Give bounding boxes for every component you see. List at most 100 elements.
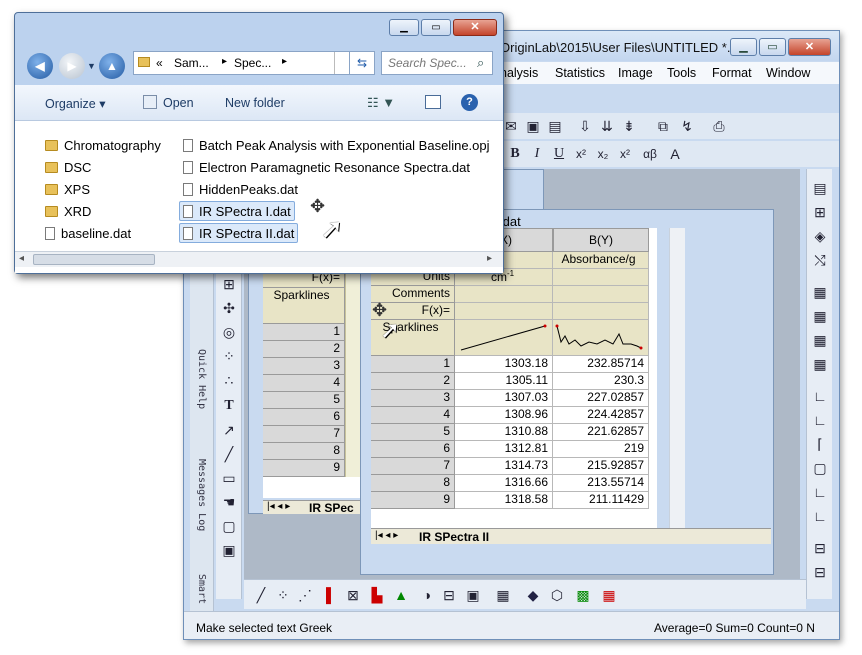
back-row[interactable]: 8 bbox=[263, 443, 345, 460]
front-sheet-nav-icon[interactable]: |◂ ◂ ▸ bbox=[375, 530, 398, 541]
cell-x[interactable]: 1303.18 bbox=[455, 356, 553, 373]
breadcrumb-overflow[interactable]: « bbox=[156, 56, 163, 70]
3d-bar-icon[interactable]: ▙ bbox=[368, 586, 386, 604]
arrange-icon[interactable]: ⤭ bbox=[811, 251, 829, 269]
import-icon[interactable]: ⇩ bbox=[576, 117, 594, 135]
row-header[interactable]: 2 bbox=[371, 373, 455, 390]
region-icon[interactable]: ▢ bbox=[220, 517, 238, 535]
superscript-icon[interactable]: x² bbox=[572, 145, 590, 163]
cell-x[interactable]: 1307.03 bbox=[455, 390, 553, 407]
print-icon[interactable]: ⎙ bbox=[710, 117, 728, 135]
template-icon[interactable]: ▣ bbox=[464, 586, 482, 604]
add-layer-icon[interactable]: ⊞ bbox=[811, 203, 829, 221]
column-plot-icon[interactable]: ▌ bbox=[322, 586, 340, 604]
contour-icon[interactable]: ⊠ bbox=[344, 586, 362, 604]
axis-6-icon[interactable]: ∟ bbox=[811, 507, 829, 525]
graph-icon[interactable]: ▣ bbox=[220, 541, 238, 559]
import-single-icon[interactable]: ⇊ bbox=[598, 117, 616, 135]
cell-x[interactable]: 1314.73 bbox=[455, 458, 553, 475]
panel-2-icon[interactable]: ⊟ bbox=[811, 563, 829, 581]
row-header[interactable]: 5 bbox=[371, 424, 455, 441]
menu-analysis[interactable]: nalysis bbox=[500, 66, 538, 80]
fx-a[interactable] bbox=[455, 303, 553, 320]
recalculate-icon[interactable]: ↯ bbox=[678, 117, 696, 135]
folder-item[interactable]: XRD bbox=[45, 201, 91, 221]
refresh-icon[interactable]: ⇆ bbox=[349, 51, 375, 75]
row-header[interactable]: 9 bbox=[371, 492, 455, 509]
axis-5-icon[interactable]: ∟ bbox=[811, 483, 829, 501]
units-b[interactable] bbox=[553, 269, 649, 286]
bold-icon[interactable]: B bbox=[506, 145, 524, 163]
comments-b[interactable] bbox=[553, 286, 649, 303]
breadcrumb-separator[interactable]: ▸ bbox=[222, 56, 227, 67]
increase-font-icon[interactable]: A bbox=[666, 145, 684, 163]
cell-y[interactable]: 213.55714 bbox=[553, 475, 649, 492]
back-row[interactable]: 7 bbox=[263, 426, 345, 443]
greek-icon[interactable]: αβ bbox=[638, 145, 662, 163]
back-row[interactable]: 3 bbox=[263, 358, 345, 375]
exp-close-button[interactable]: ✕ bbox=[453, 19, 497, 36]
cell-x[interactable]: 1305.11 bbox=[455, 373, 553, 390]
scroll-thumb[interactable] bbox=[33, 254, 155, 265]
line-tool-icon[interactable]: ╱ bbox=[220, 445, 238, 463]
cell-x[interactable]: 1308.96 bbox=[455, 407, 553, 424]
open-button[interactable]: Open bbox=[163, 96, 194, 110]
cell-x[interactable]: 1316.66 bbox=[455, 475, 553, 492]
layout-4-icon[interactable]: ▦ bbox=[811, 355, 829, 373]
merge-icon[interactable]: ◈ bbox=[811, 227, 829, 245]
zoom-icon[interactable]: ✣ bbox=[220, 299, 238, 317]
cell-y[interactable]: 215.92857 bbox=[553, 458, 649, 475]
box-chart-icon[interactable]: ⊟ bbox=[440, 586, 458, 604]
organize-button[interactable]: Organize ▾ bbox=[45, 96, 105, 111]
3d-surface-icon[interactable]: ▲ bbox=[392, 586, 410, 604]
back-row[interactable]: 4 bbox=[263, 375, 345, 392]
open-icon[interactable]: ✉ bbox=[502, 117, 520, 135]
back-row[interactable]: 5 bbox=[263, 392, 345, 409]
front-vscroll[interactable] bbox=[669, 228, 685, 528]
row-header[interactable]: 4 bbox=[371, 407, 455, 424]
cell-y[interactable]: 224.42857 bbox=[553, 407, 649, 424]
cell-y[interactable]: 221.62857 bbox=[553, 424, 649, 441]
image-plot-icon[interactable]: ▩ bbox=[574, 586, 592, 604]
back-sheet-tab[interactable]: IR SPec bbox=[309, 501, 354, 515]
exp-maximize-button[interactable]: ▭ bbox=[421, 19, 451, 36]
close-button[interactable]: ✕ bbox=[788, 38, 831, 56]
sparkline-b[interactable] bbox=[553, 320, 649, 356]
cell-y[interactable]: 232.85714 bbox=[553, 356, 649, 373]
rotate-icon[interactable]: ◎ bbox=[220, 323, 238, 341]
underline-icon[interactable]: U bbox=[550, 145, 568, 163]
menu-window[interactable]: Window bbox=[766, 66, 810, 80]
file-item[interactable]: Electron Paramagnetic Resonance Spectra.… bbox=[183, 157, 470, 177]
front-sheet-tab[interactable]: IR SPectra II bbox=[419, 530, 489, 544]
menu-image[interactable]: Image bbox=[618, 66, 653, 80]
data-selector-icon[interactable]: ∴ bbox=[220, 371, 238, 389]
cell-x[interactable]: 1310.88 bbox=[455, 424, 553, 441]
file-item-selected[interactable]: IR SPectra II.dat bbox=[179, 223, 299, 243]
cell-x[interactable]: 1312.81 bbox=[455, 441, 553, 458]
back-row[interactable]: 6 bbox=[263, 409, 345, 426]
smart-hint-tab[interactable]: Smart bbox=[196, 574, 207, 604]
longname-b[interactable]: Absorbance/g bbox=[553, 252, 649, 269]
cell-y[interactable]: 219 bbox=[553, 441, 649, 458]
text-tool-icon[interactable]: T bbox=[220, 397, 238, 415]
forward-button[interactable]: ▶ bbox=[59, 53, 85, 79]
layer-icon[interactable]: ▤ bbox=[811, 179, 829, 197]
duplicate-icon[interactable]: ⧉ bbox=[654, 117, 672, 135]
file-item[interactable]: baseline.dat bbox=[45, 223, 131, 243]
cell-x[interactable]: 1318.58 bbox=[455, 492, 553, 509]
back-button[interactable]: ◀ bbox=[27, 53, 53, 79]
column-header-b[interactable]: B(Y) bbox=[553, 228, 649, 252]
rectangle-tool-icon[interactable]: ▭ bbox=[220, 469, 238, 487]
messages-log-tab[interactable]: Messages Log bbox=[196, 459, 207, 531]
subscript-icon[interactable]: x₂ bbox=[594, 145, 612, 163]
3d-matrix-icon[interactable]: ◆ bbox=[524, 586, 542, 604]
scroll-right-icon[interactable]: ▸ bbox=[487, 253, 492, 264]
back-row[interactable]: 9 bbox=[263, 460, 345, 477]
back-row[interactable]: 1 bbox=[263, 324, 345, 341]
save-template-icon[interactable]: ▤ bbox=[546, 117, 564, 135]
cell-y[interactable]: 230.3 bbox=[553, 373, 649, 390]
layout-2-icon[interactable]: ▦ bbox=[811, 307, 829, 325]
preview-pane-icon[interactable] bbox=[425, 95, 441, 109]
supersubscript-icon[interactable]: x² bbox=[616, 145, 634, 163]
cell-y[interactable]: 211.11429 bbox=[553, 492, 649, 509]
